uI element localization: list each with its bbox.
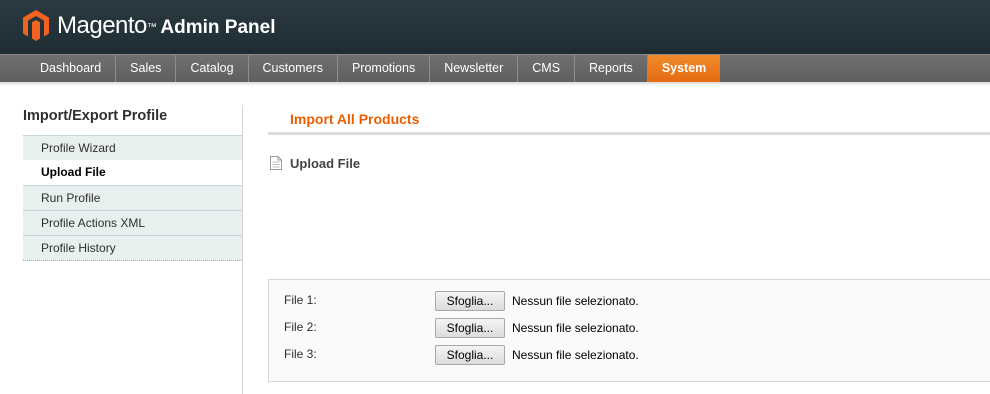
sidebar-item-profile-history[interactable]: Profile History (23, 235, 242, 261)
sidebar-item-upload-file[interactable]: Upload File (23, 160, 242, 185)
brand-name: Magento (57, 12, 147, 39)
page-title: Import All Products (290, 111, 420, 127)
sidebar-title: Import/Export Profile (23, 108, 168, 124)
nav-item-promotions[interactable]: Promotions (338, 55, 431, 82)
file-row-1: File 1: Sfoglia... Nessun file seleziona… (269, 291, 990, 313)
sidebar-item-profile-wizard[interactable]: Profile Wizard (23, 135, 242, 160)
nav-item-sales[interactable]: Sales (116, 55, 177, 82)
upload-fieldset: File 1: Sfoglia... Nessun file seleziona… (268, 279, 990, 382)
browse-button[interactable]: Sfoglia... (435, 345, 505, 365)
trademark: ™ (146, 22, 157, 33)
admin-header: Magento™ Admin Panel (0, 0, 990, 54)
file-row-3: File 3: Sfoglia... Nessun file seleziona… (269, 345, 990, 367)
nav-item-customers[interactable]: Customers (249, 55, 338, 82)
file-status: Nessun file selezionato. (512, 321, 639, 335)
nav-item-system[interactable]: System (647, 55, 721, 82)
sidebar-tabs: Profile Wizard Upload File Run Profile P… (23, 135, 242, 261)
title-divider (268, 132, 990, 135)
brand-title: Magento™ Admin Panel (57, 12, 275, 42)
nav-item-dashboard[interactable]: Dashboard (26, 55, 117, 82)
browse-button[interactable]: Sfoglia... (435, 318, 505, 338)
sidebar-divider (242, 105, 243, 394)
sidebar-item-run-profile[interactable]: Run Profile (23, 185, 242, 210)
nav-item-reports[interactable]: Reports (575, 55, 648, 82)
file-row-2: File 2: Sfoglia... Nessun file seleziona… (269, 318, 990, 340)
file-status: Nessun file selezionato. (512, 348, 639, 362)
document-icon (270, 156, 282, 170)
nav-item-catalog[interactable]: Catalog (176, 55, 249, 82)
sidebar-item-profile-actions-xml[interactable]: Profile Actions XML (23, 210, 242, 235)
nav-shadow (0, 82, 990, 86)
file-status: Nessun file selezionato. (512, 294, 639, 308)
file-label: File 1: (284, 293, 317, 307)
brand-subtitle: Admin Panel (160, 17, 276, 38)
section-title: Upload File (290, 156, 361, 171)
main-nav: Dashboard Sales Catalog Customers Promot… (0, 54, 990, 82)
magento-logo-icon[interactable] (23, 10, 49, 41)
file-label: File 2: (284, 320, 317, 334)
browse-button[interactable]: Sfoglia... (435, 291, 505, 311)
nav-item-newsletter[interactable]: Newsletter (430, 55, 519, 82)
nav-item-cms[interactable]: CMS (518, 55, 576, 82)
file-label: File 3: (284, 347, 317, 361)
